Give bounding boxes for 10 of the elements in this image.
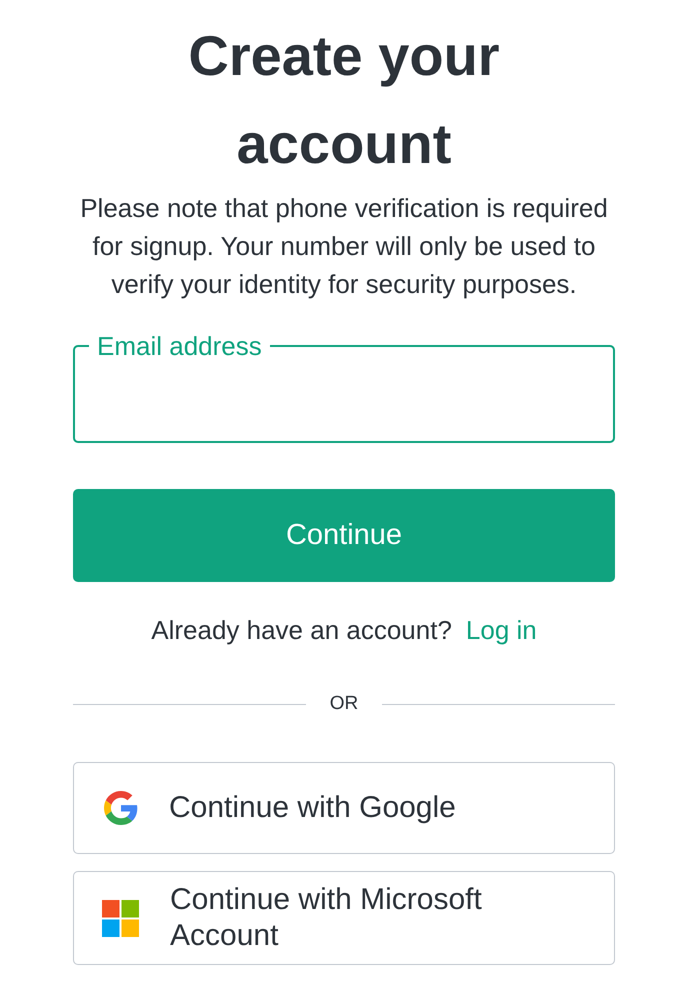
login-link[interactable]: Log in	[466, 615, 537, 645]
google-sign-in-button[interactable]: Continue with Google	[73, 762, 615, 854]
or-divider-text: OR	[330, 692, 358, 716]
page-title: Create your account	[187, 23, 501, 177]
notice-text: Please note that phone verification is required for signup. Your number will only be used to verify your identity for security purposes.	[79, 192, 609, 301]
microsoft-sign-in-button[interactable]: Continue with Microsoft Account	[73, 871, 615, 965]
g-logo-icon	[104, 791, 138, 825]
four-squares-logo-icon	[102, 900, 139, 936]
continue-button[interactable]: Continue	[73, 489, 615, 582]
login-prompt-text: Already have an account?	[151, 615, 452, 645]
